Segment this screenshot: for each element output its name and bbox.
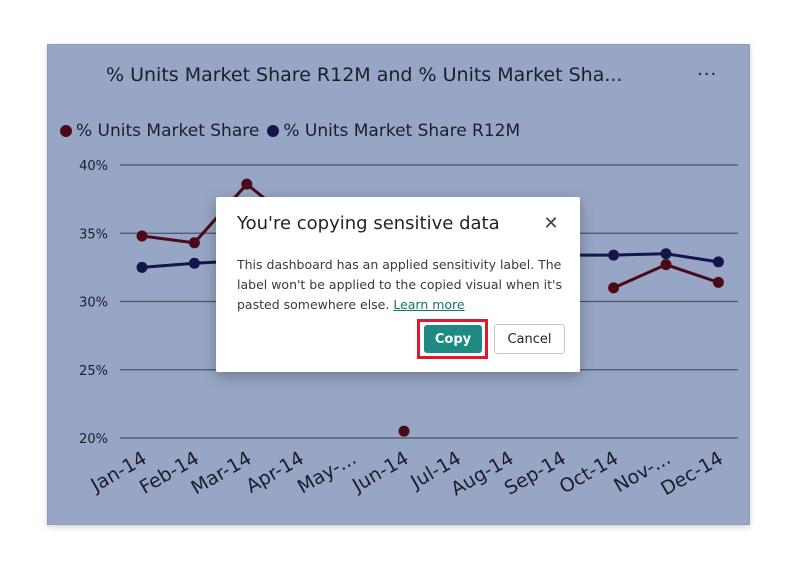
data-point	[188, 257, 200, 269]
data-point	[136, 261, 148, 273]
data-point	[712, 276, 724, 288]
close-icon[interactable]: ✕	[542, 213, 560, 234]
y-tick-label: 20%	[79, 432, 108, 447]
data-point	[712, 256, 724, 268]
y-tick-label: 30%	[79, 296, 108, 311]
cancel-button[interactable]: Cancel	[494, 324, 565, 354]
data-point	[188, 237, 200, 249]
x-tick-label: May-...	[294, 447, 360, 498]
y-tick-label: 25%	[79, 364, 108, 379]
copy-button[interactable]: Copy	[424, 325, 482, 353]
data-point	[241, 178, 253, 190]
learn-more-link[interactable]: Learn more	[393, 297, 464, 312]
data-point	[660, 248, 672, 260]
y-tick-label: 35%	[79, 227, 108, 242]
dialog-title: You're copying sensitive data	[237, 213, 500, 234]
data-point	[660, 259, 672, 271]
y-tick-label: 40%	[79, 159, 108, 174]
data-point	[608, 249, 620, 261]
x-tick-label: Jun-14	[348, 447, 412, 497]
x-tick-label: Oct-14	[556, 447, 622, 498]
data-point	[608, 282, 620, 294]
x-tick-label: Sep-14	[501, 447, 570, 499]
dialog-message: This dashboard has an applied sensitivit…	[237, 255, 562, 315]
series-line	[561, 252, 719, 264]
data-point	[398, 425, 410, 437]
x-tick-label: Mar-14	[187, 447, 255, 499]
x-tick-label: Apr-14	[242, 447, 307, 497]
data-point	[136, 230, 148, 242]
